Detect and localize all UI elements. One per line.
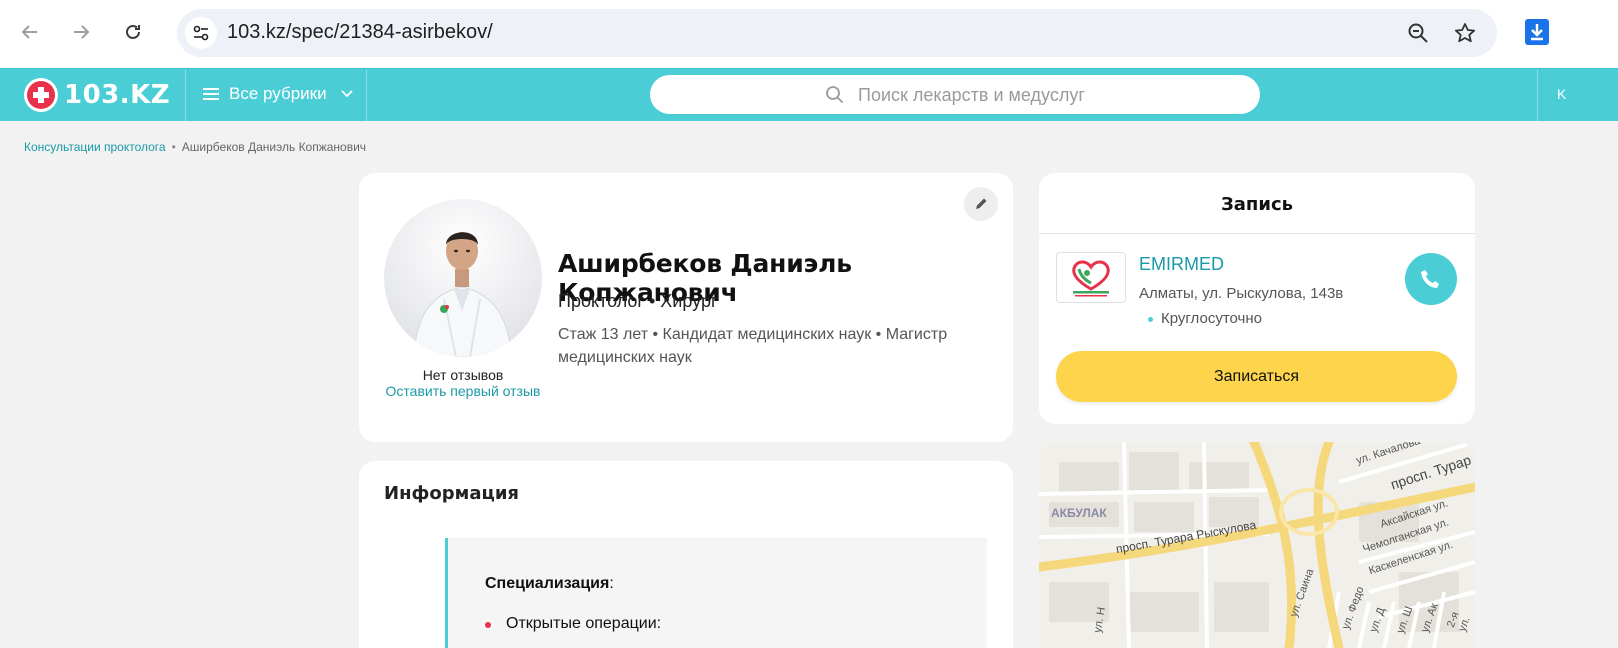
logo-text: 103.KZ <box>64 80 171 110</box>
specialization-label: Специализация: <box>485 575 614 592</box>
doctor-specialties: Проктолог • Хирург <box>558 291 718 311</box>
all-rubrics-menu[interactable]: Все рубрики <box>203 84 353 104</box>
breadcrumb-separator: • <box>171 140 176 154</box>
site-logo[interactable]: 103.KZ <box>24 78 170 112</box>
call-button[interactable] <box>1405 253 1457 305</box>
zoom-icon[interactable] <box>1406 21 1430 45</box>
information-title: Информация <box>384 483 519 504</box>
booking-card: Запись EMIRMED Алматы, ул. Рыскулова, 14… <box>1039 173 1475 424</box>
map[interactable]: ул. Качалова просп. Турар АКБУЛАК Аксайс… <box>1039 442 1475 648</box>
site-settings-icon[interactable] <box>185 17 217 49</box>
leave-first-review-link[interactable]: Оставить первый отзыв <box>384 383 542 400</box>
bookmark-star-icon[interactable] <box>1453 21 1477 45</box>
address-bar[interactable]: 103.kz/spec/21384-asirbekov/ <box>177 9 1497 57</box>
clinic-address: Алматы, ул. Рыскулова, 143в <box>1139 285 1344 302</box>
breadcrumb-link-consultations[interactable]: Консультации проктолога <box>24 140 166 154</box>
search-input[interactable] <box>858 82 1238 108</box>
download-icon[interactable] <box>1524 18 1550 46</box>
doctor-meta: Стаж 13 лет • Кандидат медицинских наук … <box>558 326 948 366</box>
breadcrumb: Консультации проктолога • Аширбеков Даниэл… <box>24 140 366 154</box>
clinic-hours: Круглосуточно <box>1161 310 1262 327</box>
logo-cross-icon <box>24 78 58 112</box>
specialization-item: Открытые операции: <box>506 615 662 632</box>
reload-icon[interactable] <box>117 16 149 48</box>
site-header: 103.KZ Все рубрики K <box>0 68 1618 122</box>
breadcrumb-current: Аширбеков Даниэль Копжанович <box>181 140 367 154</box>
back-arrow-icon[interactable] <box>14 16 46 48</box>
list-bullet-icon <box>485 622 491 628</box>
edit-button[interactable] <box>964 187 998 221</box>
doctor-profile-card: Нет отзывов Оставить первый отзыв Аширбе… <box>359 173 1013 442</box>
all-rubrics-label: Все рубрики <box>229 84 327 103</box>
clinic-logo[interactable] <box>1056 252 1126 303</box>
status-dot-icon <box>1148 317 1153 322</box>
search-box[interactable] <box>650 75 1260 114</box>
doctor-avatar <box>384 199 542 357</box>
browser-toolbar: 103.kz/spec/21384-asirbekov/ <box>0 0 1618 68</box>
booking-title: Запись <box>1220 194 1294 215</box>
specialization-block: Специализация: Открытые операции: <box>445 538 987 648</box>
pencil-icon <box>976 198 987 209</box>
search-icon <box>826 86 844 104</box>
chevron-down-icon <box>340 90 353 98</box>
url-text[interactable]: 103.kz/spec/21384-asirbekov/ <box>227 21 493 44</box>
book-appointment-button[interactable]: Записаться <box>1056 351 1457 402</box>
clinic-name-link[interactable]: EMIRMED <box>1139 254 1224 275</box>
no-reviews-text: Нет отзывов <box>422 367 504 383</box>
phone-icon <box>1421 270 1439 288</box>
information-card: Информация Специализация: Открытые опера… <box>359 461 1013 648</box>
header-right-text[interactable]: K <box>1557 86 1566 102</box>
forward-arrow-icon[interactable] <box>65 16 97 48</box>
menu-icon <box>203 87 219 101</box>
map-label: АКБУЛАК <box>1051 506 1107 520</box>
